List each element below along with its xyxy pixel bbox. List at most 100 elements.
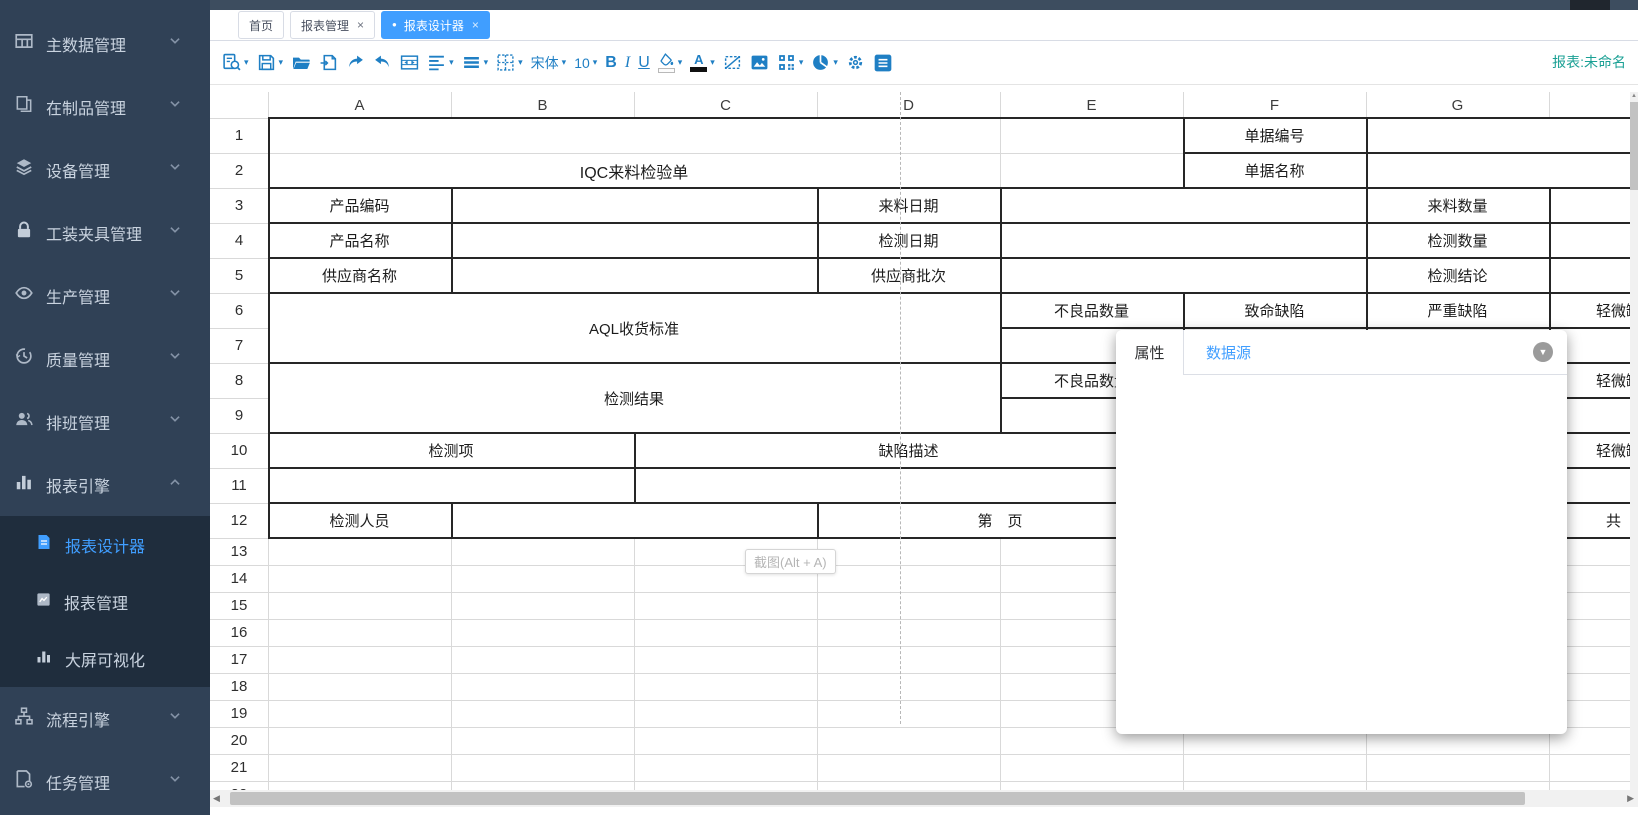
cell-inspector[interactable]: 检测人员 <box>268 503 451 538</box>
row-header[interactable]: 15 <box>210 592 268 619</box>
row-header[interactable]: 20 <box>210 727 268 754</box>
cell-minor-defect[interactable]: 轻微缺陷 <box>1596 293 1630 328</box>
close-icon[interactable]: × <box>357 18 364 32</box>
insert-qrcode-button[interactable]: ▾ <box>773 47 808 79</box>
horizontal-scrollbar-thumb[interactable] <box>230 792 1525 805</box>
sidebar-item-scheduling[interactable]: 排班管理 <box>0 390 210 453</box>
cell-doc-name[interactable]: 单据名称 <box>1183 153 1366 188</box>
row-header[interactable]: 19 <box>210 700 268 727</box>
scroll-right-arrow[interactable]: ▶ <box>1627 793 1634 804</box>
settings-button[interactable] <box>842 47 869 79</box>
cell-test-qty[interactable]: 检测数量 <box>1366 223 1549 258</box>
row-header[interactable]: 18 <box>210 673 268 700</box>
vertical-scrollbar-thumb[interactable] <box>1630 102 1638 190</box>
merge-cells-button[interactable] <box>396 47 423 79</box>
tab-report-management[interactable]: 报表管理× <box>290 11 375 39</box>
collapse-panel-button[interactable]: ▼ <box>1533 342 1553 362</box>
vertical-scrollbar[interactable]: ▲ <box>1630 92 1638 790</box>
cell-aql-standard[interactable]: AQL收货标准 <box>268 293 1000 363</box>
close-icon[interactable]: × <box>472 18 479 32</box>
sidebar-item-production[interactable]: 生产管理 <box>0 264 210 327</box>
cell-page-total[interactable]: 共 页 <box>1606 503 1630 538</box>
redo-button[interactable] <box>342 47 369 79</box>
import-button[interactable] <box>315 47 342 79</box>
cell-test-result[interactable]: 检测结果 <box>268 363 1000 433</box>
cell-defect-desc[interactable]: 缺陷描述 <box>634 433 1183 468</box>
open-button[interactable] <box>287 47 315 79</box>
cell-arrival-qty[interactable]: 来料数量 <box>1366 188 1549 223</box>
font-size-select[interactable]: 10▾ <box>570 47 601 79</box>
column-header-E[interactable]: E <box>1000 92 1183 118</box>
align-button[interactable]: ▾ <box>423 47 458 79</box>
cell-defect-qty[interactable]: 不良品数量 <box>1000 293 1183 328</box>
cell-minor-defect-3[interactable]: 轻微缺陷 <box>1596 433 1630 468</box>
sidebar-item-report-management[interactable]: 报表管理 <box>0 573 210 630</box>
cell-test-conclusion[interactable]: 检测结论 <box>1366 258 1549 293</box>
row-header[interactable]: 3 <box>210 188 268 223</box>
sidebar-item-fixtures[interactable]: 工装夹具管理 <box>0 201 210 264</box>
cell-product-name[interactable]: 产品名称 <box>268 223 451 258</box>
font-family-select[interactable]: 宋体▾ <box>527 47 571 79</box>
cell-test-date[interactable]: 检测日期 <box>817 223 1000 258</box>
sidebar-item-master-data[interactable]: 主数据管理 <box>0 12 210 75</box>
row-header[interactable]: 2 <box>210 153 268 188</box>
row-header[interactable]: 5 <box>210 258 268 293</box>
column-header-D[interactable]: D <box>817 92 1000 118</box>
preview-button[interactable]: ▾ <box>218 47 253 79</box>
clear-format-button[interactable] <box>719 47 746 79</box>
cell-doc-no[interactable]: 单据编号 <box>1183 118 1366 153</box>
scroll-left-arrow[interactable]: ◀ <box>213 793 220 804</box>
sidebar-item-bigscreen[interactable]: 大屏可视化 <box>0 630 210 687</box>
insert-chart-button[interactable]: ▾ <box>807 47 842 79</box>
sidebar-item-task-management[interactable]: 任务管理 <box>0 750 210 813</box>
sidebar-item-report-designer[interactable]: 报表设计器 <box>0 516 210 573</box>
italic-button[interactable]: I <box>621 47 634 79</box>
row-header[interactable]: 12 <box>210 503 268 538</box>
scroll-up-arrow[interactable]: ▲ <box>1630 92 1638 101</box>
line-style-button[interactable]: ▾ <box>458 47 493 79</box>
row-header[interactable]: 11 <box>210 468 268 503</box>
row-header[interactable]: 8 <box>210 363 268 398</box>
sidebar-item-flow-engine[interactable]: 流程引擎 <box>0 687 210 750</box>
column-header-A[interactable]: A <box>268 92 451 118</box>
sidebar-item-equipment[interactable]: 设备管理 <box>0 138 210 201</box>
cell-supplier-name[interactable]: 供应商名称 <box>268 258 451 293</box>
tab-properties[interactable]: 属性 <box>1116 330 1184 375</box>
cell-minor-defect-2[interactable]: 轻微缺陷 <box>1596 363 1630 398</box>
row-header[interactable]: 6 <box>210 293 268 328</box>
cell-arrival-date[interactable]: 来料日期 <box>817 188 1000 223</box>
underline-button[interactable]: U <box>634 47 654 79</box>
horizontal-scrollbar[interactable]: ◀ ▶ <box>210 790 1638 807</box>
sidebar-item-wip[interactable]: 在制品管理 <box>0 75 210 138</box>
cell-supplier-batch[interactable]: 供应商批次 <box>817 258 1000 293</box>
save-button[interactable]: ▾ <box>253 47 288 79</box>
cell-product-code[interactable]: 产品编码 <box>268 188 451 223</box>
bold-button[interactable]: B <box>601 47 621 79</box>
column-header-C[interactable]: C <box>634 92 817 118</box>
column-header-G[interactable]: G <box>1366 92 1549 118</box>
insert-image-button[interactable] <box>746 47 773 79</box>
row-header[interactable]: 10 <box>210 433 268 468</box>
row-header[interactable]: 4 <box>210 223 268 258</box>
tab-report-designer[interactable]: ●报表设计器× <box>381 11 490 39</box>
row-header[interactable]: 9 <box>210 398 268 433</box>
column-header-B[interactable]: B <box>451 92 634 118</box>
row-header[interactable]: 13 <box>210 538 268 565</box>
tab-datasource[interactable]: 数据源 <box>1206 330 1251 374</box>
tab-home[interactable]: 首页 <box>238 11 284 39</box>
borders-button[interactable]: ▾ <box>492 47 527 79</box>
toggle-panel-button[interactable] <box>869 47 897 79</box>
row-header[interactable]: 1 <box>210 118 268 153</box>
row-header[interactable]: 22 <box>210 781 268 790</box>
cell-severe-defect[interactable]: 严重缺陷 <box>1366 293 1549 328</box>
row-header[interactable]: 7 <box>210 328 268 363</box>
fill-color-button[interactable]: ▾ <box>654 47 687 79</box>
cell-title[interactable]: IQC来料检验单 <box>268 153 1000 188</box>
row-header[interactable]: 21 <box>210 754 268 781</box>
cell-test-item[interactable]: 检测项 <box>268 433 634 468</box>
row-header[interactable]: 14 <box>210 565 268 592</box>
column-header-F[interactable]: F <box>1183 92 1366 118</box>
sidebar-item-quality[interactable]: 质量管理 <box>0 327 210 390</box>
sidebar-item-report-engine[interactable]: 报表引擎 <box>0 453 210 516</box>
font-color-button[interactable]: A▾ <box>686 47 719 79</box>
